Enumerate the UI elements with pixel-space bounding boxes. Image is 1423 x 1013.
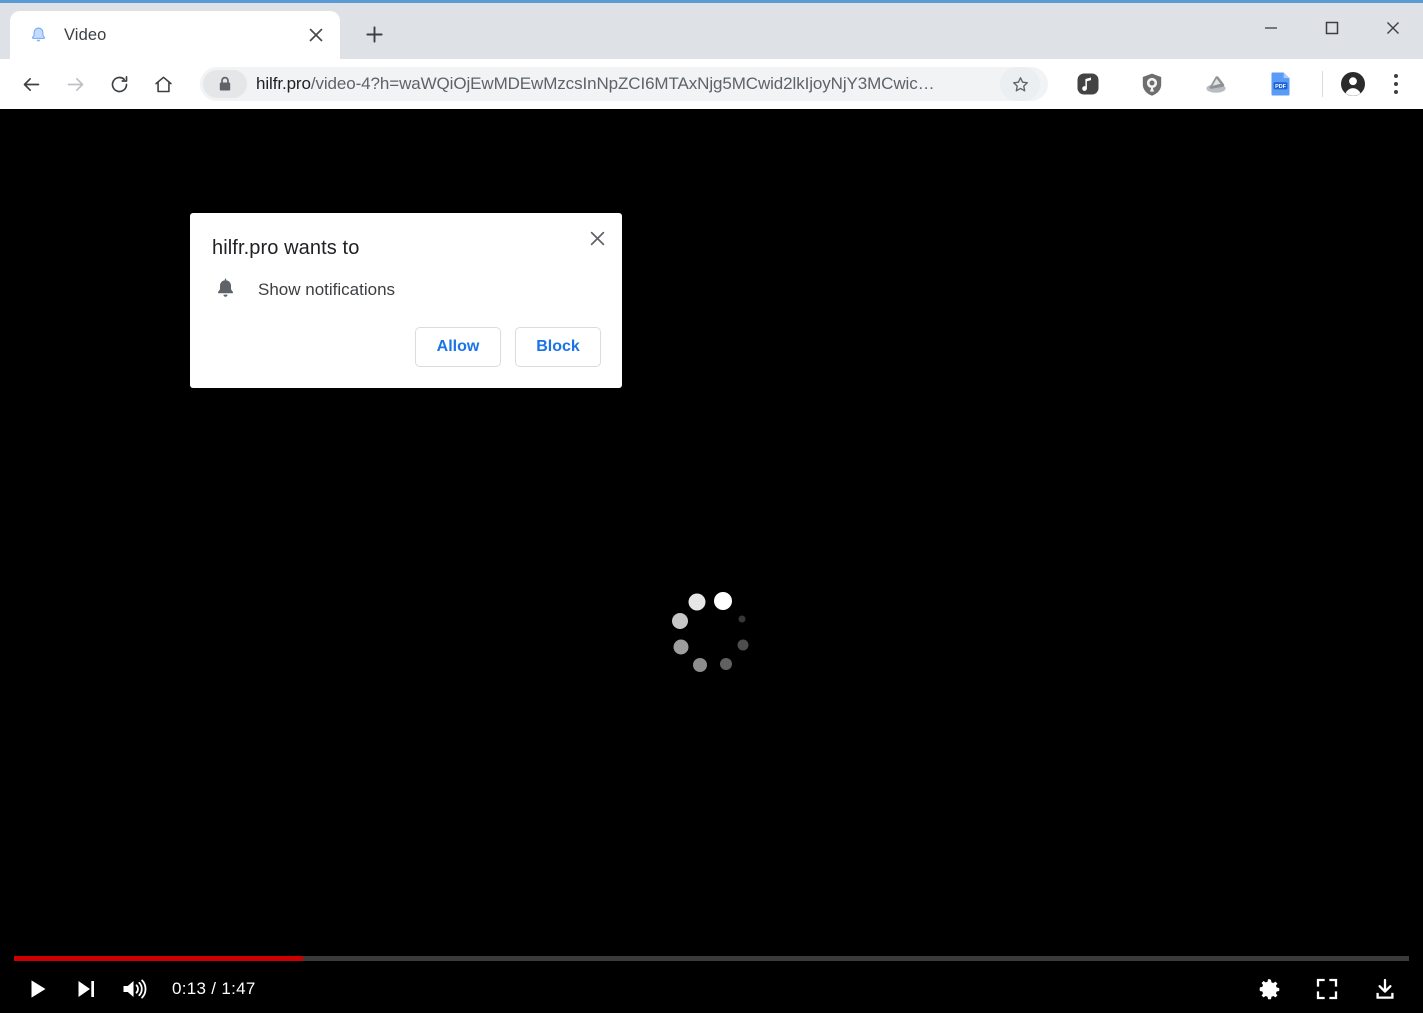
reload-icon[interactable] [100,65,138,103]
tab-title: Video [64,25,107,44]
url-host: hilfr.pro [256,74,311,93]
menu-dot [1394,74,1398,78]
video-controls-right [1245,965,1409,1013]
spinner-dot [692,657,707,672]
home-icon[interactable] [144,65,182,103]
new-tab-button[interactable] [352,12,396,56]
window-controls [1240,3,1423,53]
permission-label: Show notifications [258,280,396,299]
menu-dot [1394,82,1398,86]
block-button[interactable]: Block [515,327,601,367]
progress-bar-fill [14,956,303,961]
time-display: 0:13 / 1:47 [172,979,256,998]
maximize-icon[interactable] [1301,3,1362,53]
dialog-actions: Allow Block [415,327,601,367]
video-page-content: hilfr.pro wants to Show notifications Al… [0,109,1423,1013]
tab-strip: Video [0,3,1423,59]
menu-dot [1394,90,1398,94]
profile-avatar-icon[interactable] [1333,64,1373,104]
video-control-bar: 0:13 / 1:47 [0,947,1423,1013]
browser-toolbar: hilfr.pro/video-4?h=waWQiOjEwMDEwMzcsInN… [0,59,1423,109]
address-bar[interactable]: hilfr.pro/video-4?h=waWQiOjEwMDEwMzcsInN… [200,67,1048,101]
loading-spinner [664,585,760,681]
browser-tab-video[interactable]: Video [10,11,340,59]
browser-window: Video hilfr.pro/video-4?h=waWQiOjEwMDEwM… [0,0,1423,1013]
bookmark-star-icon[interactable] [1000,67,1040,101]
adblock-extension-icon[interactable] [1196,64,1236,104]
dialog-close-icon[interactable] [581,222,613,254]
music-extension-icon[interactable] [1068,64,1108,104]
three-dot-menu-icon[interactable] [1379,64,1413,104]
back-arrow-icon[interactable] [12,65,50,103]
address-bar-url: hilfr.pro/video-4?h=waWQiOjEwMDEwMzcsInN… [247,74,1000,94]
dialog-title: hilfr.pro wants to [212,237,360,259]
spinner-dot [737,639,749,651]
url-path: /video-4?h=waWQiOjEwMDEwMzcsInNpZCI6MTAx… [310,74,935,93]
fullscreen-icon[interactable] [1303,965,1351,1013]
spinner-dot [671,613,688,630]
svg-text:PDF: PDF [1275,84,1286,90]
minimize-icon[interactable] [1240,3,1301,53]
permission-row: Show notifications [212,275,395,305]
settings-gear-icon[interactable] [1245,965,1293,1013]
video-controls-row: 0:13 / 1:47 [0,965,1423,1013]
tab-close-icon[interactable] [302,21,330,49]
lock-icon[interactable] [203,70,247,98]
bell-icon [212,275,238,305]
spinner-dot [738,615,746,623]
next-track-icon[interactable] [62,965,110,1013]
bell-favicon-icon [28,25,48,45]
spinner-dot [719,657,732,670]
forward-arrow-icon[interactable] [56,65,94,103]
progress-bar-track[interactable] [14,956,1409,961]
shield-extension-icon[interactable] [1132,64,1172,104]
download-icon[interactable] [1361,965,1409,1013]
allow-button[interactable]: Allow [415,327,501,367]
notification-permission-dialog: hilfr.pro wants to Show notifications Al… [190,213,622,388]
spinner-dot [673,639,689,655]
spinner-dot [714,592,733,611]
pdf-extension-icon[interactable]: PDF [1260,64,1300,104]
close-icon[interactable] [1362,3,1423,53]
volume-on-icon[interactable] [110,965,158,1013]
play-icon[interactable] [14,965,62,1013]
toolbar-separator [1322,71,1323,97]
spinner-dot [688,593,706,611]
